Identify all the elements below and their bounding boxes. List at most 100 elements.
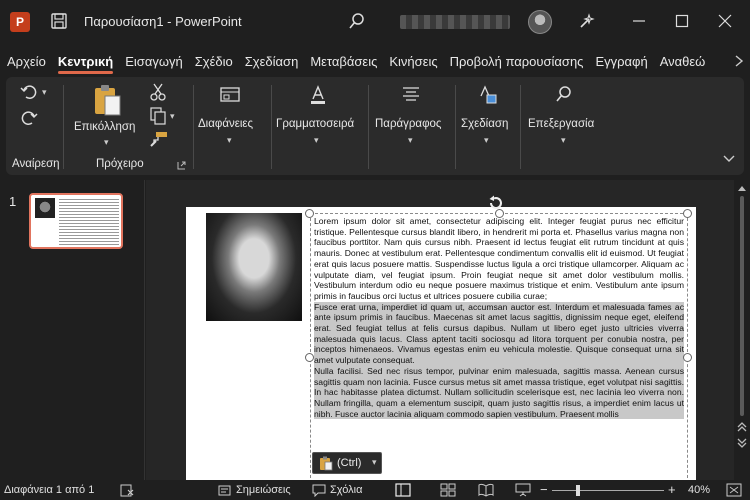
paragraph-3-selected[interactable]: Nulla facilisi. Sed nec risus tempor, pu… [314, 365, 684, 420]
resize-handle[interactable] [305, 353, 314, 362]
notes-button[interactable]: Σημειώσεις [236, 484, 291, 496]
tab-record[interactable]: Εγγραφή [588, 48, 652, 74]
paragraph-icon[interactable] [402, 86, 420, 102]
resize-handle[interactable] [305, 209, 314, 218]
drawing-button-label[interactable]: Σχεδίαση [461, 118, 508, 130]
editing-button-label[interactable]: Επεξεργασία [528, 118, 594, 130]
drawing-dropdown-icon[interactable]: ▾ [484, 135, 489, 146]
paste-options-button[interactable]: (Ctrl) ▾ [312, 452, 382, 474]
slides-button-label[interactable]: Διαφάνειες [198, 118, 253, 130]
font-dropdown-icon[interactable]: ▾ [314, 135, 319, 146]
scrollbar-thumb[interactable] [740, 196, 744, 416]
tabs-scroll-right-icon[interactable] [732, 52, 746, 70]
cut-icon[interactable] [150, 83, 166, 101]
thumbnail-photo [35, 198, 55, 218]
tab-design[interactable]: Σχεδίαση [238, 48, 304, 74]
maximize-icon[interactable] [673, 12, 691, 30]
slide-position: Διαφάνεια 1 από 1 [4, 484, 95, 496]
slide-thumbnail[interactable] [29, 193, 123, 249]
zoom-slider-track[interactable] [552, 490, 664, 491]
slide[interactable]: Lorem ipsum dolor sit amet, consectetur … [186, 195, 696, 480]
slides-dropdown-icon[interactable]: ▾ [227, 135, 232, 146]
portrait-photo[interactable] [206, 213, 302, 321]
editing-dropdown-icon[interactable]: ▾ [561, 135, 566, 146]
slide-sorter-icon[interactable] [440, 483, 456, 497]
resize-handle[interactable] [683, 353, 692, 362]
paragraph-2-selected[interactable]: Fusce erat urna, imperdiet id quam ut, a… [314, 301, 684, 366]
paragraph-button-label[interactable]: Παράγραφος [375, 118, 441, 130]
accessibility-check-icon[interactable] [120, 484, 134, 497]
previous-slide-icon[interactable] [737, 422, 747, 432]
ribbon-tabs: Αρχείο Κεντρική Εισαγωγή Σχέδιο Σχεδίαση… [0, 48, 750, 74]
ribbon: ▾ Αναίρεση Επικόλληση ▾ ▾ Πρόχειρο Διαφά… [6, 77, 744, 175]
paragraph-1[interactable]: Lorem ipsum dolor sit amet, consectetur … [314, 216, 684, 302]
tab-transitions[interactable]: Μεταβάσεις [303, 48, 382, 74]
minimize-icon[interactable] [630, 12, 648, 30]
font-color-icon[interactable] [308, 85, 328, 105]
avatar[interactable] [528, 10, 552, 34]
fit-to-window-icon[interactable] [726, 483, 742, 497]
search-icon[interactable] [348, 12, 366, 30]
document-title: Παρουσίαση1 - PowerPoint [84, 14, 242, 29]
thumbnail-number: 1 [9, 194, 17, 209]
undo-dropdown-icon[interactable]: ▾ [42, 87, 47, 98]
redo-icon[interactable] [20, 109, 38, 127]
slideshow-view-icon[interactable] [515, 483, 531, 497]
undo-icon[interactable] [20, 83, 38, 101]
rotate-handle-icon[interactable] [488, 195, 504, 211]
paste-options-dropdown-icon: ▾ [372, 457, 377, 467]
paste-button-label[interactable]: Επικόλληση [74, 121, 135, 133]
vertical-scrollbar[interactable] [734, 180, 750, 480]
tab-animations[interactable]: Κινήσεις [382, 48, 442, 74]
slide-editing-canvas[interactable]: Lorem ipsum dolor sit amet, consectetur … [146, 180, 734, 480]
notes-icon[interactable] [218, 484, 232, 497]
account-name-blurred[interactable] [400, 15, 510, 29]
tab-draw[interactable]: Σχέδιο [188, 48, 238, 74]
ribbon-separator [63, 85, 64, 169]
tab-review[interactable]: Αναθεώ [653, 48, 711, 74]
format-painter-icon[interactable] [150, 131, 168, 147]
find-icon[interactable] [555, 85, 573, 103]
font-group: Γραμματοσειρά ▾ [272, 77, 368, 175]
comments-button[interactable]: Σχόλια [330, 484, 363, 496]
undo-group: ▾ Αναίρεση [6, 77, 60, 175]
paste-options-icon [320, 456, 333, 471]
next-slide-icon[interactable] [737, 438, 747, 448]
drawing-group: Σχεδίαση ▾ [456, 77, 520, 175]
tab-home[interactable]: Κεντρική [51, 48, 118, 74]
tab-file[interactable]: Αρχείο [0, 48, 51, 74]
save-icon[interactable] [50, 12, 68, 30]
reading-view-icon[interactable] [478, 483, 494, 497]
paste-options-label: (Ctrl) [337, 457, 362, 469]
text-box[interactable]: Lorem ipsum dolor sit amet, consectetur … [310, 213, 688, 480]
clipboard-group: Επικόλληση ▾ ▾ Πρόχειρο [66, 77, 191, 175]
tab-insert[interactable]: Εισαγωγή [118, 48, 187, 74]
zoom-slider-thumb[interactable] [576, 485, 580, 496]
paste-dropdown-icon[interactable]: ▾ [104, 137, 109, 148]
shapes-icon[interactable] [478, 85, 498, 105]
editing-group: Επεξεργασία ▾ [521, 77, 611, 175]
zoom-in-icon[interactable]: + [668, 482, 676, 497]
ribbon-options-chevron-icon[interactable] [723, 154, 735, 164]
zoom-level[interactable]: 40% [688, 484, 710, 496]
paragraph-group: Παράγραφος ▾ [369, 77, 455, 175]
thumbnail-text [59, 199, 119, 245]
paragraph-dropdown-icon[interactable]: ▾ [408, 135, 413, 146]
powerpoint-logo-icon: P [10, 12, 30, 32]
designer-icon[interactable] [578, 12, 596, 30]
slides-icon[interactable] [220, 87, 240, 103]
comments-icon[interactable] [312, 484, 326, 497]
tab-slideshow[interactable]: Προβολή παρουσίασης [443, 48, 589, 74]
resize-handle[interactable] [683, 209, 692, 218]
close-icon[interactable] [716, 12, 734, 30]
status-bar: Διαφάνεια 1 από 1 Σημειώσεις Σχόλια − + … [0, 481, 750, 500]
copy-icon[interactable] [150, 107, 166, 125]
zoom-out-icon[interactable]: − [540, 482, 548, 497]
font-button-label[interactable]: Γραμματοσειρά [276, 118, 354, 130]
normal-view-icon[interactable] [395, 483, 411, 497]
clipboard-group-label: Πρόχειρο [96, 158, 144, 170]
paste-icon[interactable] [92, 83, 122, 117]
dialog-launcher-icon[interactable] [177, 161, 186, 170]
scroll-up-icon[interactable] [737, 184, 747, 192]
copy-dropdown-icon[interactable]: ▾ [170, 111, 175, 122]
